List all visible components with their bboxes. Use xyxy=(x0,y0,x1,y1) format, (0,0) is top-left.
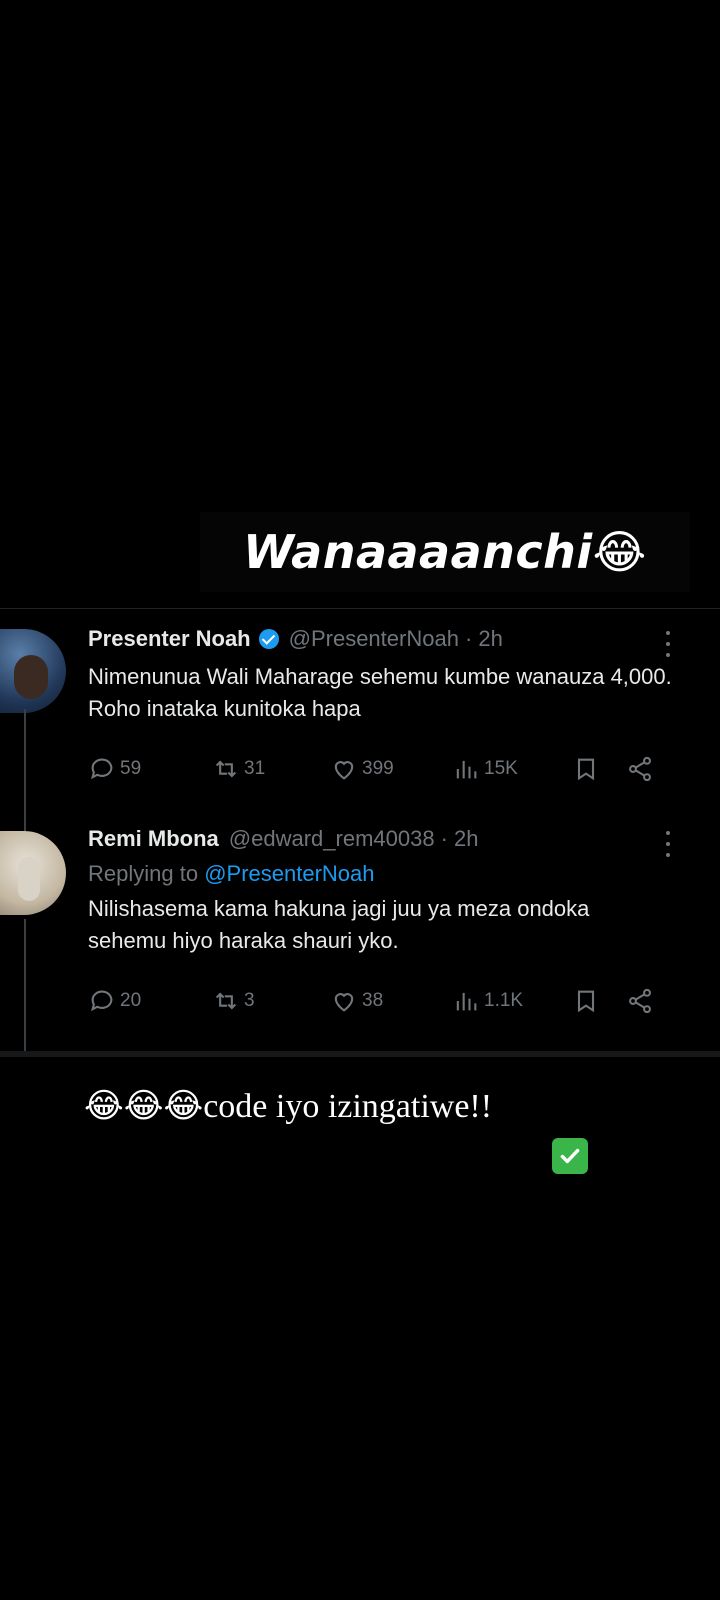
reply-button[interactable]: 20 xyxy=(88,987,212,1015)
heart-icon xyxy=(334,761,354,780)
reply-button[interactable]: 59 xyxy=(88,755,212,783)
bookmark-icon xyxy=(577,758,595,781)
bookmark-icon xyxy=(577,990,595,1013)
author-name[interactable]: Remi Mbona xyxy=(88,826,219,852)
more-options-icon[interactable] xyxy=(666,831,670,857)
tweet[interactable]: Remi Mbona @edward_rem40038 · 2h Replyin… xyxy=(88,823,700,1017)
views-button[interactable]: 1.1K xyxy=(452,987,572,1015)
caption-text: 😂😂😂code iyo izingatiwe!! xyxy=(84,1086,644,1126)
tweet-header: Remi Mbona @edward_rem40038 · 2h xyxy=(88,823,700,855)
author-name[interactable]: Presenter Noah xyxy=(88,626,251,652)
like-button[interactable]: 399 xyxy=(330,755,452,783)
like-count: 38 xyxy=(362,990,384,1011)
retweet-count: 3 xyxy=(244,990,255,1011)
retweet-icon xyxy=(215,992,237,1010)
tweet-header: Presenter Noah @PresenterNoah · 2h xyxy=(88,623,700,655)
like-count: 399 xyxy=(362,758,394,779)
retweet-button[interactable]: 3 xyxy=(212,987,330,1015)
check-mark-icon xyxy=(552,1138,588,1174)
retweet-button[interactable]: 31 xyxy=(212,755,330,783)
thread-connector xyxy=(24,919,26,1051)
tweet-actions: 59 31 399 15K xyxy=(88,753,700,785)
reply-count: 59 xyxy=(120,758,142,779)
tweet[interactable]: Presenter Noah @PresenterNoah · 2h Nimen… xyxy=(88,623,700,785)
mention-link[interactable]: @PresenterNoah xyxy=(204,861,374,886)
headline-word: Wanaaaanchi xyxy=(243,525,593,579)
tweet-time: · 2h xyxy=(464,626,503,651)
retweet-icon xyxy=(215,760,237,778)
comment-icon xyxy=(91,758,113,780)
share-icon xyxy=(629,756,651,782)
caption-words: code iyo izingatiwe!! xyxy=(203,1088,493,1125)
avatar[interactable] xyxy=(0,831,66,915)
bookmark-button[interactable] xyxy=(572,987,626,1015)
tweet-actions: 20 3 38 1.1K xyxy=(88,985,700,1017)
retweet-count: 31 xyxy=(244,758,266,779)
tweet-time: · 2h xyxy=(440,826,479,851)
avatar[interactable] xyxy=(0,629,66,713)
more-options-icon[interactable] xyxy=(666,631,670,657)
views-icon xyxy=(456,992,477,1011)
thread-connector xyxy=(24,709,26,851)
share-icon xyxy=(629,988,651,1014)
share-button[interactable] xyxy=(626,755,654,783)
view-count: 15K xyxy=(484,758,518,779)
heart-icon xyxy=(334,993,354,1012)
replying-to: Replying to @PresenterNoah xyxy=(88,861,700,887)
reply-count: 20 xyxy=(120,990,142,1011)
tweet-screenshot: Presenter Noah @PresenterNoah · 2h Nimen… xyxy=(0,608,720,1057)
headline-text: Wanaaaanchi😂 xyxy=(243,525,647,579)
views-icon xyxy=(456,760,477,779)
headline-banner: Wanaaaanchi😂 xyxy=(200,512,690,592)
views-button[interactable]: 15K xyxy=(452,755,572,783)
laughing-emoji-icon: 😂 xyxy=(592,525,647,579)
view-count: 1.1K xyxy=(484,990,524,1011)
author-handle[interactable]: @edward_rem40038 xyxy=(229,826,435,852)
comment-icon xyxy=(91,990,113,1012)
tweet-text: Nimenunua Wali Maharage sehemu kumbe wan… xyxy=(88,664,672,721)
tweet-text: Nilishasema kama hakuna jagi juu ya meza… xyxy=(88,896,590,953)
author-handle[interactable]: @PresenterNoah xyxy=(289,626,459,652)
like-button[interactable]: 38 xyxy=(330,987,452,1015)
replying-label: Replying to xyxy=(88,861,199,886)
share-button[interactable] xyxy=(626,987,654,1015)
laughing-emojis-icon: 😂😂😂 xyxy=(84,1086,204,1126)
verified-badge-icon xyxy=(258,629,279,649)
bookmark-button[interactable] xyxy=(572,755,626,783)
